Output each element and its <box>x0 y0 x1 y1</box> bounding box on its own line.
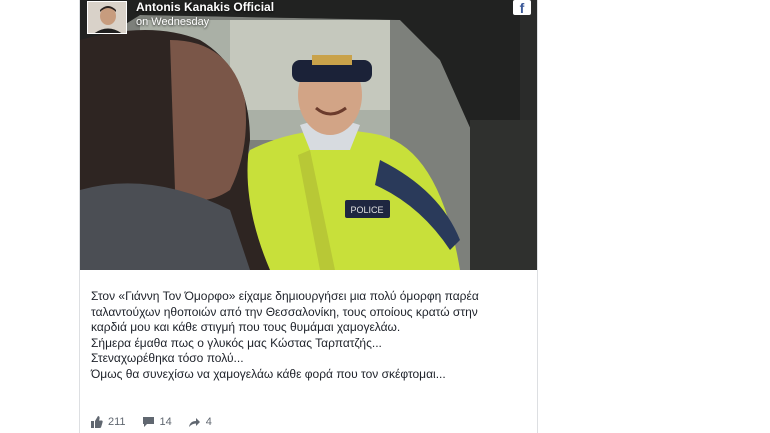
post-timestamp[interactable]: on Wednesday <box>136 16 209 28</box>
share-count-value: 4 <box>205 416 212 428</box>
post-text-line: Όμως θα συνεχίσω να χαμογελάω κάθε φορά … <box>91 366 446 381</box>
post-text-line: καρδιά μου και κάθε στιγμή που τους θυμά… <box>91 320 401 334</box>
avatar-image <box>88 2 126 33</box>
share-arrow-icon <box>188 418 200 427</box>
post-text: Στον «Γιάννη Τον Όμορφο» είχαμε δημιουργ… <box>91 289 531 382</box>
post-text-line: ταλαντούχων ηθοποιών από την Θεσσαλονίκη… <box>91 304 478 319</box>
post-header: Antonis Kanakis Official on Wednesday f <box>80 0 537 40</box>
share-count[interactable]: 4 <box>188 416 212 428</box>
comment-count[interactable]: 14 <box>142 416 172 428</box>
thumbs-up-icon <box>91 416 103 428</box>
facebook-logo-icon[interactable]: f <box>513 0 531 16</box>
vest-label: POLICE <box>350 205 383 215</box>
post-stats-bar: 211 14 4 <box>91 414 228 430</box>
page-name-link[interactable]: Antonis Kanakis Official <box>136 0 274 14</box>
facebook-post-card: POLICE Antonis Kanakis Official on Wedne… <box>79 0 538 433</box>
like-count[interactable]: 211 <box>91 416 126 428</box>
comment-count-value: 14 <box>159 416 172 428</box>
comment-icon <box>142 417 154 427</box>
video-frame: POLICE <box>80 0 537 270</box>
post-text-line: Στεναχωρέθηκα τόσο πολύ... <box>91 351 244 365</box>
avatar[interactable] <box>87 1 127 34</box>
like-count-value: 211 <box>108 416 126 428</box>
post-text-line: Στον «Γιάννη Τον Όμορφο» είχαμε δημιουργ… <box>91 289 479 303</box>
post-text-line: Σήμερα έμαθα πως ο γλυκός μας Κώστας Ταρ… <box>91 335 382 350</box>
post-video[interactable]: POLICE Antonis Kanakis Official on Wedne… <box>80 0 537 270</box>
